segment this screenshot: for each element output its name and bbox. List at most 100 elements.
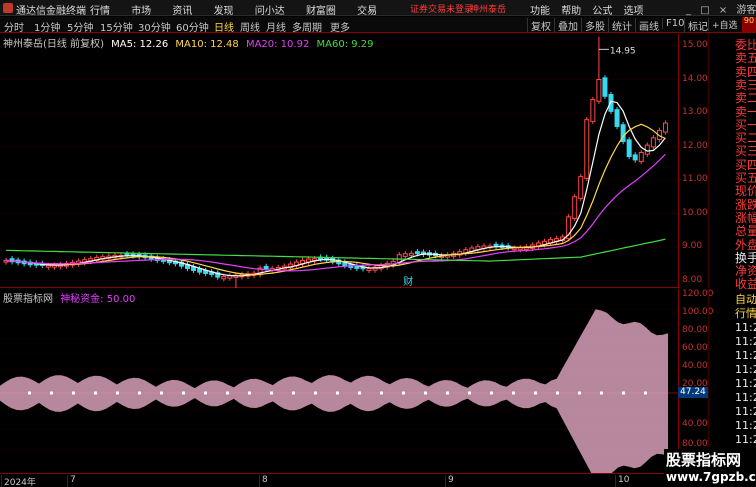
indicator-marker — [512, 391, 515, 395]
menu-item-help[interactable]: 帮助 — [561, 6, 581, 17]
date-tick-label: 9 — [445, 475, 454, 487]
login-notice[interactable]: 证券交易未登录 — [410, 2, 473, 15]
indicator-name[interactable]: 股票指标网 — [3, 294, 53, 305]
quote-panel[interactable]: 委比 卖五 卖四 卖三 卖二 卖一 买一 买二 买三 买四 买五 现价 涨跌 涨幅 总量 外盘 换手 净资 收益 — [708, 34, 756, 291]
title-bar: 通达信金融终端 行情 市场 资讯 发现 问小达 财富圈 交易 证券交易未登录 神… — [0, 0, 756, 17]
indicator-marker — [204, 391, 207, 395]
close-icon[interactable]: × — [719, 5, 727, 16]
candle-body — [572, 196, 578, 220]
period-tab-multi[interactable]: 多周期 — [292, 19, 322, 34]
indicator-value: 神秘资金: 50.00 — [60, 294, 136, 305]
indicator-marker — [468, 391, 471, 395]
period-toolbar: 分时 1分钟 5分钟 15分钟 30分钟 60分钟 日线 周线 月线 多周期 更… — [0, 17, 756, 34]
indicator-tick-label: 80.00 — [682, 439, 708, 449]
kline-svg: 14.95←7.73财 — [0, 36, 678, 288]
menu-item-market[interactable]: 市场 — [131, 6, 151, 17]
candle-body — [414, 251, 420, 255]
indicator-tick-label: 80.00 — [682, 325, 708, 335]
stock-name-tag: 神州泰岳 — [470, 5, 507, 15]
candle-body — [584, 119, 590, 179]
menu-item-wealth[interactable]: 财富圈 — [306, 6, 336, 17]
menu-item-ask[interactable]: 问小达 — [255, 6, 285, 17]
indicator-legend: 股票指标网 神秘资金: 50.00 — [3, 290, 135, 305]
indicator-marker — [622, 391, 625, 395]
adjust-button[interactable]: 复权 — [527, 18, 554, 33]
indicator-marker — [578, 391, 581, 395]
tick-time-panel[interactable]: 自动行情11:2611:2611:2611:2611:2611:2611:261… — [708, 289, 756, 474]
period-tab-monthly[interactable]: 月线 — [266, 19, 286, 34]
ma5-label: MA5: 12.26 — [111, 39, 169, 50]
draw-button[interactable]: 画线 — [635, 18, 662, 33]
candle-body — [626, 139, 632, 158]
minimize-icon[interactable]: _ — [686, 5, 691, 16]
user-label[interactable]: 游客 — [736, 5, 756, 16]
date-tick-label: 7 — [67, 475, 76, 487]
price-tick-label: 14.00 — [682, 73, 708, 84]
period-tab-more[interactable]: 更多 — [330, 19, 350, 34]
chart-title: 神州泰岳(日线 前复权) — [3, 39, 104, 50]
date-axis: 2024年 7 8 9 10 — [0, 473, 678, 487]
period-tab-60min[interactable]: 60分钟 — [176, 19, 209, 34]
indicator-marker — [94, 391, 97, 395]
indicator-marker — [358, 391, 361, 395]
indicator-chart[interactable]: 股票指标网 神秘资金: 50.00 — [0, 289, 678, 473]
period-tab-tick[interactable]: 分时 — [4, 19, 24, 34]
indicator-marker — [138, 391, 141, 395]
right-menu: 功能 帮助 公式 选项 — [530, 2, 652, 17]
mark-button[interactable]: 标记 — [684, 18, 711, 33]
price-axis: 15.00 14.00 13.00 12.00 11.00 10.00 9.00 8.00 — [678, 34, 708, 288]
ma60-label: MA60: 9.29 — [316, 39, 374, 50]
tick-time-row: 11:26 — [735, 321, 756, 334]
indicator-marker — [226, 391, 229, 395]
indicator-marker — [248, 391, 251, 395]
overlay-button[interactable]: 叠加 — [554, 18, 581, 33]
indicator-marker — [72, 391, 75, 395]
candle-body — [632, 154, 638, 161]
indicator-marker — [490, 391, 493, 395]
ma20-line — [5, 153, 666, 272]
price-tick-label: 12.00 — [682, 140, 708, 151]
price-tick-label: 9.00 — [682, 241, 703, 251]
ma5-line — [5, 100, 666, 277]
period-tab-1min[interactable]: 1分钟 — [34, 19, 60, 34]
candle-body — [197, 268, 203, 273]
ma-legend: 神州泰岳(日线 前复权) MA5: 12.26 MA10: 12.48 MA20… — [3, 35, 378, 50]
menu-item-trade[interactable]: 交易 — [357, 6, 377, 17]
menu-item-discover[interactable]: 发现 — [214, 6, 234, 17]
period-tab-daily[interactable]: 日线 — [214, 19, 234, 34]
tick-time-row: 11:26 — [735, 377, 756, 390]
tick-panel-header[interactable]: 行情 — [735, 305, 756, 321]
app-logo-icon — [3, 3, 13, 13]
maximize-icon[interactable]: □ — [700, 5, 709, 16]
menu-item-quotes[interactable]: 行情 — [90, 6, 110, 17]
ma20-label: MA20: 10.92 — [245, 39, 310, 50]
site-watermark: 股票指标网 www.7gpzb.com — [664, 449, 756, 487]
period-tab-30min[interactable]: 30分钟 — [138, 19, 171, 34]
tick-time-row: 11:26 — [735, 335, 756, 348]
badge: 90 — [742, 17, 756, 33]
period-tab-5min[interactable]: 5分钟 — [67, 19, 93, 34]
menu-item-options[interactable]: 选项 — [624, 6, 644, 17]
kline-chart[interactable]: 14.95←7.73财 神州泰岳(日线 前复权) MA5: 12.26 MA10… — [0, 34, 678, 288]
indicator-marker — [600, 391, 603, 395]
indicator-marker — [292, 391, 295, 395]
candle-body — [650, 137, 656, 148]
multi-stock-button[interactable]: 多股 — [581, 18, 608, 33]
high-price-label: 14.95 — [610, 46, 636, 56]
indicator-marker — [314, 391, 317, 395]
candle-body — [221, 275, 227, 280]
menu-item-formula[interactable]: 公式 — [592, 6, 612, 17]
tick-time-row: 11:26 — [735, 419, 756, 432]
menu-item-function[interactable]: 功能 — [530, 6, 550, 17]
candle-body — [408, 252, 414, 256]
app-title: 通达信金融终端 — [16, 6, 86, 17]
indicator-marker — [644, 391, 647, 395]
indicator-tick-label: 40.00 — [682, 419, 708, 429]
period-tab-weekly[interactable]: 周线 — [240, 19, 260, 34]
finance-event-marker[interactable]: 财 — [403, 275, 413, 288]
add-watchlist-button[interactable]: +自选 — [708, 18, 741, 31]
stats-button[interactable]: 统计 — [608, 18, 635, 33]
price-tick-label: 13.00 — [682, 107, 708, 117]
menu-item-news[interactable]: 资讯 — [172, 6, 192, 17]
period-tab-15min[interactable]: 15分钟 — [100, 19, 133, 34]
